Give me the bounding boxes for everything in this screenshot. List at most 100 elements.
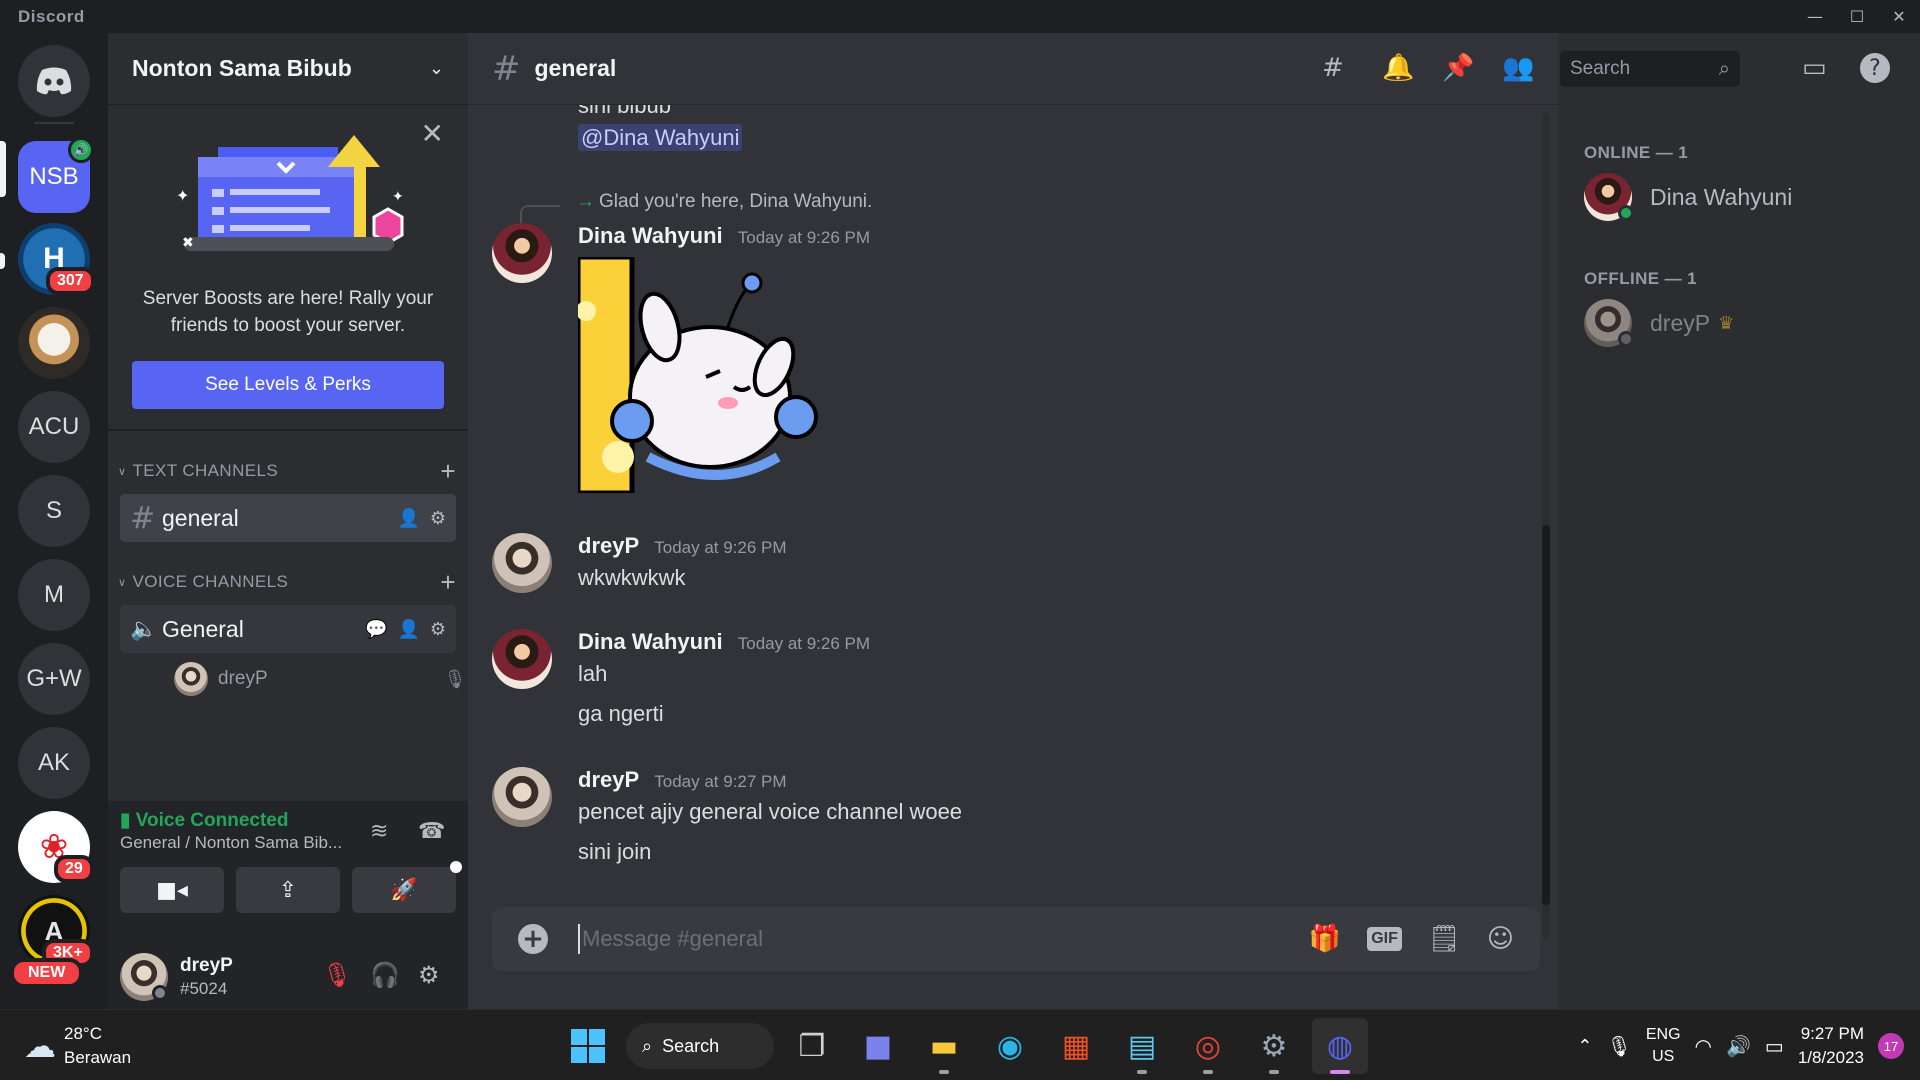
chevron-up-icon[interactable]: ⌃ xyxy=(1577,1036,1592,1057)
server-nsb[interactable]: NSB 🔊 xyxy=(18,137,94,213)
taskbar-search[interactable]: ⌕ Search xyxy=(626,1023,774,1069)
gear-icon[interactable]: ⚙ xyxy=(430,619,446,640)
member-dina[interactable]: Dina Wahyuni xyxy=(1584,173,1792,221)
discord-app: Discord — ☐ ✕ NSB 🔊 H 307 ACU S M G+W AK… xyxy=(0,0,1920,1080)
add-attachment-icon[interactable]: + xyxy=(518,924,548,954)
message-text: wkwkwkwk xyxy=(578,565,686,590)
camera-button[interactable]: ■◂ xyxy=(120,867,224,913)
sticker-icon[interactable]: 🗒 xyxy=(1428,924,1461,954)
windows-icon xyxy=(571,1029,605,1063)
server-huawei[interactable]: ❀ 29 xyxy=(18,811,94,883)
member-dreyp[interactable]: dreyP ♛ xyxy=(1584,299,1734,347)
voice-user-dreyp[interactable]: dreyP 🎙 xyxy=(174,661,467,697)
member-list-icon[interactable]: 👥 xyxy=(1502,53,1534,83)
muted-mic-icon[interactable]: 🎙 xyxy=(322,961,352,989)
maximize-icon[interactable]: ☐ xyxy=(1836,0,1878,33)
speaker-icon: 🔊 xyxy=(68,137,94,163)
activity-button[interactable]: 🚀 xyxy=(352,861,462,913)
invite-icon[interactable]: 👤 xyxy=(397,508,419,529)
server-gw[interactable]: G+W xyxy=(18,643,90,715)
gift-icon[interactable]: 🎁 xyxy=(1309,924,1341,954)
server-ak[interactable]: AK xyxy=(18,727,90,799)
add-channel-icon[interactable]: + xyxy=(440,567,456,598)
muted-mic-icon: 🎙 xyxy=(443,668,467,690)
server-10[interactable]: A 3K+ xyxy=(18,895,94,967)
signal-icon: ▮ xyxy=(120,810,136,831)
inbox-icon[interactable]: ▭ xyxy=(1802,53,1827,83)
microphone-icon[interactable]: 🎙 xyxy=(1606,1034,1631,1059)
server-s[interactable]: S xyxy=(18,475,90,547)
server-m[interactable]: M xyxy=(18,559,90,631)
home-button[interactable] xyxy=(18,45,90,117)
teams-chat-icon[interactable]: ■ xyxy=(850,1018,906,1074)
disconnect-icon[interactable]: ☎ xyxy=(418,819,445,844)
headphones-icon[interactable]: 🎧 xyxy=(370,961,400,989)
unread-pill xyxy=(0,253,5,269)
close-icon[interactable]: ✕ xyxy=(421,117,444,150)
avatar[interactable] xyxy=(492,767,552,827)
wifi-icon[interactable]: ◠ xyxy=(1695,1034,1712,1059)
chrome-icon[interactable]: ◎ xyxy=(1180,1018,1236,1074)
noise-suppression-icon[interactable]: ≋ xyxy=(370,819,388,844)
start-button[interactable] xyxy=(560,1018,616,1074)
server-header[interactable]: Nonton Sama Bibub ⌄ xyxy=(108,33,468,105)
user-mention[interactable]: @Dina Wahyuni xyxy=(578,124,743,151)
avatar[interactable] xyxy=(492,533,552,593)
server-label: G+W xyxy=(26,665,82,692)
edge-icon[interactable]: ◉ xyxy=(982,1018,1038,1074)
voice-channels-category[interactable]: ∨ VOICE CHANNELS + xyxy=(116,567,460,597)
notepad-icon[interactable]: ▤ xyxy=(1114,1018,1170,1074)
username[interactable]: dreyP xyxy=(180,955,233,977)
gif-icon[interactable]: GIF xyxy=(1367,927,1402,951)
text-channels-category[interactable]: ∨ TEXT CHANNELS + xyxy=(116,456,460,486)
notification-badge[interactable]: 17 xyxy=(1878,1033,1904,1059)
battery-icon[interactable]: ▭ xyxy=(1765,1034,1784,1059)
channel-header: # general # 🔔 📌 👥 Search ⌕ ▭ ? xyxy=(468,33,1890,105)
store-icon[interactable]: ▦ xyxy=(1048,1018,1104,1074)
gear-icon[interactable]: ⚙ xyxy=(418,961,440,989)
bell-icon[interactable]: 🔔 xyxy=(1382,53,1414,83)
voice-user-name: dreyP xyxy=(218,668,268,689)
file-explorer-icon[interactable]: ▬ xyxy=(916,1018,972,1074)
scrollbar-thumb[interactable] xyxy=(1542,525,1550,905)
volume-icon[interactable]: 🔊 xyxy=(1726,1034,1751,1059)
voice-channel-general[interactable]: 🔈 General 💬 👤 ⚙ xyxy=(120,605,456,653)
gear-icon[interactable]: ⚙ xyxy=(430,508,446,529)
message-author[interactable]: Dina Wahyuni xyxy=(578,223,723,248)
avatar[interactable] xyxy=(492,223,552,283)
message-author[interactable]: dreyP xyxy=(578,533,639,558)
voice-location[interactable]: General / Nonton Sama Bib... xyxy=(120,833,350,853)
invite-icon[interactable]: 👤 xyxy=(397,619,419,640)
minimize-icon[interactable]: — xyxy=(1794,0,1836,33)
message-input[interactable] xyxy=(578,924,1309,954)
message-time: Today at 9:26 PM xyxy=(654,538,787,557)
message-author[interactable]: dreyP xyxy=(578,767,639,792)
language-indicator[interactable]: ENG US xyxy=(1646,1024,1681,1068)
emoji-icon[interactable]: ☺ xyxy=(1487,924,1514,954)
screen-share-button[interactable]: ⇪ xyxy=(236,867,340,913)
discord-taskbar-icon[interactable]: ◍ xyxy=(1312,1018,1368,1074)
server-acu[interactable]: ACU xyxy=(18,391,90,463)
weather-widget[interactable]: ☁ 28°C Berawan xyxy=(24,1022,131,1070)
channel-general[interactable]: # general 👤 ⚙ xyxy=(120,494,456,542)
arrow-right-icon: → xyxy=(576,191,595,212)
close-icon[interactable]: ✕ xyxy=(1878,0,1920,33)
message-author[interactable]: Dina Wahyuni xyxy=(578,629,723,654)
settings-icon[interactable]: ⚙ xyxy=(1246,1018,1302,1074)
add-channel-icon[interactable]: + xyxy=(440,456,456,487)
server-3[interactable] xyxy=(18,307,90,379)
avatar[interactable] xyxy=(492,629,552,689)
clock[interactable]: 9:27 PM 1/8/2023 xyxy=(1798,1022,1864,1070)
scrollbar[interactable] xyxy=(1542,113,1550,939)
online-status-dot xyxy=(1618,205,1634,221)
help-icon[interactable]: ? xyxy=(1860,53,1890,83)
reply-preview[interactable]: → Glad you're here, Dina Wahyuni. xyxy=(576,191,872,213)
see-levels-perks-button[interactable]: See Levels & Perks xyxy=(132,361,444,409)
pin-icon[interactable]: 📌 xyxy=(1442,53,1474,83)
task-view-icon[interactable]: ❐ xyxy=(784,1018,840,1074)
sticker-image[interactable] xyxy=(578,257,818,493)
server-2[interactable]: H 307 xyxy=(18,223,95,295)
search-box[interactable]: Search ⌕ xyxy=(1560,51,1740,87)
chat-icon[interactable]: 💬 xyxy=(365,619,387,640)
threads-icon[interactable]: # xyxy=(1322,53,1344,83)
